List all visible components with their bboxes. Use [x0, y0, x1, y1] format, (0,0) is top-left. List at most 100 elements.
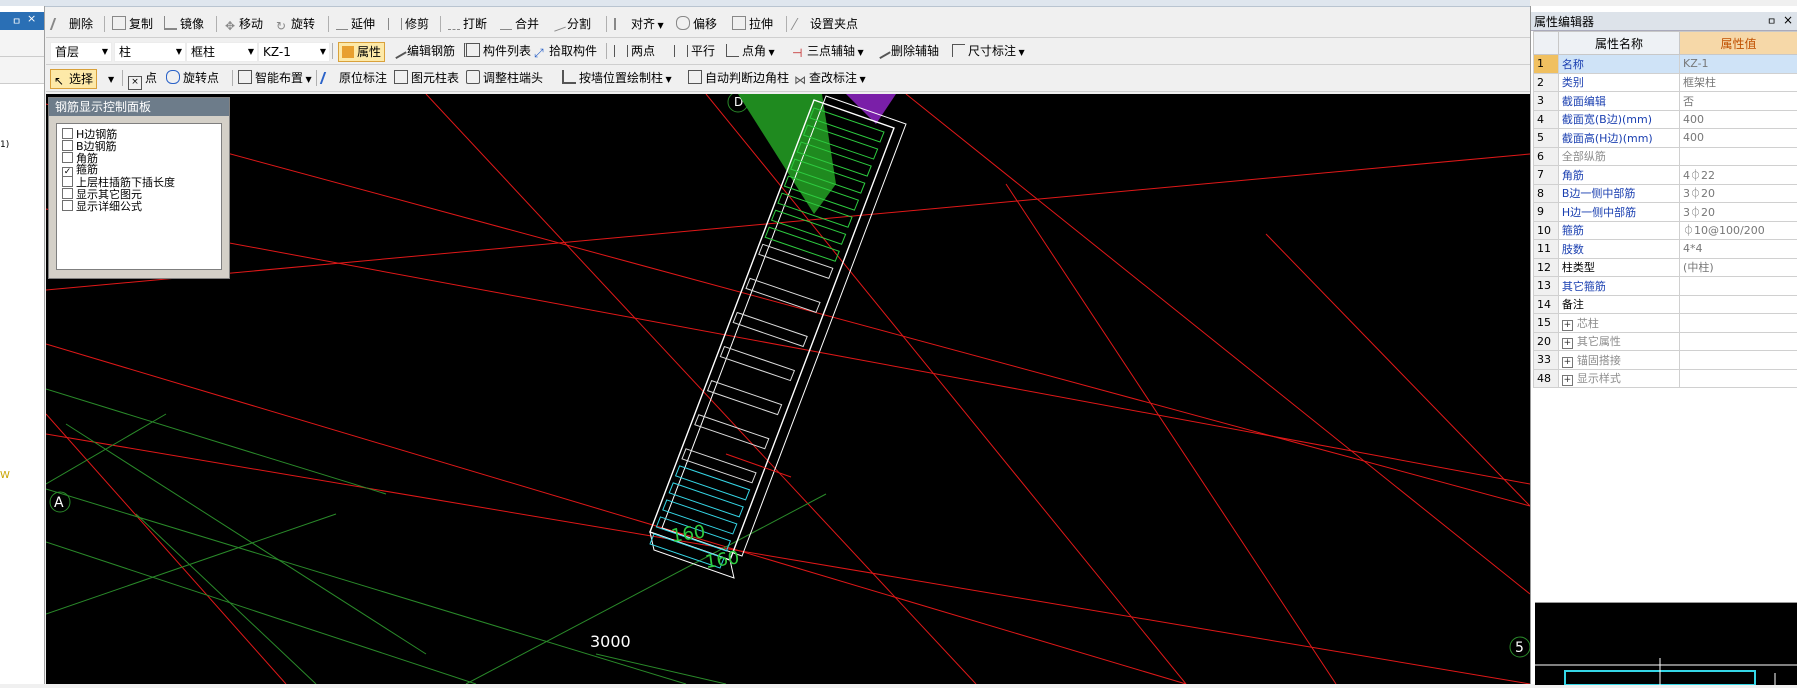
origin-label-button[interactable]: 原位标注 [322, 69, 387, 87]
offset-button[interactable]: 偏移 [676, 15, 717, 33]
property-row[interactable]: 6全部纵筋 [1534, 147, 1797, 166]
subtype-select[interactable]: 框柱▼ [186, 42, 258, 62]
property-row[interactable]: 48+显示样式 [1534, 369, 1797, 388]
delete-button[interactable]: 删除 [52, 15, 93, 33]
two-points-axis-button[interactable]: 两点 [614, 42, 655, 60]
rebar-option-other-elements[interactable]: 显示其它图元 [62, 188, 142, 200]
property-value[interactable]: 框架柱 [1680, 73, 1797, 92]
category-select[interactable]: 柱▼ [114, 42, 186, 62]
chevron-down-icon: ▼ [857, 75, 866, 84]
property-row[interactable]: 15+芯柱 [1534, 314, 1797, 333]
three-point-axis-dropdown[interactable]: ⊣三点辅轴 ▼ [792, 42, 864, 60]
component-list-button[interactable]: 构件列表 [464, 42, 531, 60]
property-value[interactable]: 4⏀22 [1680, 166, 1797, 185]
property-row[interactable]: 20+其它属性 [1534, 332, 1797, 351]
merge-button[interactable]: 合并 [500, 15, 539, 33]
close-icon[interactable]: × [1783, 13, 1793, 27]
checkbox[interactable] [62, 200, 73, 211]
select-button[interactable]: ↖选择 [50, 69, 97, 89]
rebar-option-b-edge[interactable]: B边钢筋 [62, 140, 117, 152]
stretch-button[interactable]: 拉伸 [732, 15, 773, 33]
property-row[interactable]: 13其它箍筋 [1534, 277, 1797, 296]
set-point-button[interactable]: 设置夹点 [794, 15, 858, 33]
property-row[interactable]: 12柱类型(中柱) [1534, 258, 1797, 277]
checkbox[interactable] [62, 128, 73, 139]
select-dropdown[interactable]: ▼ [108, 69, 114, 87]
checkbox[interactable] [62, 176, 73, 187]
rotate-point-button[interactable]: 旋转点 [166, 69, 219, 87]
property-value[interactable] [1680, 369, 1797, 388]
property-value[interactable]: 否 [1680, 92, 1797, 111]
property-value[interactable]: 3⏀20 [1680, 184, 1797, 203]
align-dropdown[interactable]: 对齐 ▼ [614, 15, 664, 33]
split-button[interactable]: 分割 [552, 15, 591, 33]
property-value[interactable] [1680, 295, 1797, 314]
property-value[interactable] [1680, 332, 1797, 351]
checkbox[interactable] [62, 152, 73, 163]
property-value[interactable]: ⏀10@100/200 [1680, 221, 1797, 240]
floor-select[interactable]: 首层▼ [50, 42, 112, 62]
property-row[interactable]: 33+锚固搭接 [1534, 351, 1797, 370]
column-table-button[interactable]: 图元柱表 [394, 69, 459, 87]
move-button[interactable]: ✥移动 [224, 15, 263, 33]
rebar-option-upper-dowel[interactable]: 上层柱插筋下插长度 [62, 176, 175, 188]
property-value[interactable] [1680, 147, 1797, 166]
properties-button[interactable]: 属性 [338, 42, 385, 62]
property-value[interactable]: 3⏀20 [1680, 203, 1797, 222]
component-select[interactable]: KZ-1▼ [258, 42, 330, 62]
copy-button[interactable]: 复制 [112, 15, 153, 33]
rotate-button[interactable]: ↻旋转 [276, 15, 315, 33]
close-icon[interactable]: × [27, 12, 36, 25]
property-row[interactable]: 8B边一侧中部筋3⏀20 [1534, 184, 1797, 203]
checkbox[interactable] [62, 188, 73, 199]
parallel-axis-button[interactable]: 平行 [674, 42, 715, 60]
property-value[interactable] [1680, 277, 1797, 296]
property-row[interactable]: 10箍筋⏀10@100/200 [1534, 221, 1797, 240]
expand-icon[interactable]: + [1562, 320, 1573, 331]
left-panel-tab-1[interactable] [0, 30, 44, 57]
property-row[interactable]: 1名称KZ-1 [1534, 55, 1797, 74]
property-value[interactable]: 400 [1680, 129, 1797, 148]
property-row[interactable]: 7角筋4⏀22 [1534, 166, 1797, 185]
property-row[interactable]: 11肢数4*4 [1534, 240, 1797, 259]
property-row[interactable]: 3截面编辑否 [1534, 92, 1797, 111]
pick-component-button[interactable]: ⤢拾取构件 [534, 42, 597, 60]
property-value[interactable]: 400 [1680, 110, 1797, 129]
row-number: 9 [1534, 203, 1559, 222]
rebar-option-h-edge[interactable]: H边钢筋 [62, 128, 117, 140]
dimension-dropdown[interactable]: 尺寸标注 ▼ [952, 42, 1025, 60]
edit-rebar-button[interactable]: 编辑钢筋 [392, 42, 455, 60]
rebar-option-formula[interactable]: 显示详细公式 [62, 200, 142, 212]
break-button[interactable]: 打断 [448, 15, 487, 33]
expand-icon[interactable]: + [1562, 357, 1573, 368]
property-value[interactable] [1680, 351, 1797, 370]
rebar-option-stirrup[interactable]: ✓箍筋 [62, 164, 98, 176]
point-button[interactable]: ×点 [128, 69, 157, 87]
draw-by-wall-dropdown[interactable]: 按墙位置绘制柱 ▼ [562, 69, 672, 87]
mirror-button[interactable]: 镜像 [164, 15, 204, 33]
property-value[interactable]: (中柱) [1680, 258, 1797, 277]
pin-icon[interactable]: ㅁ [12, 13, 21, 28]
smart-layout-dropdown[interactable]: 智能布置 ▼ [238, 69, 312, 87]
property-row[interactable]: 14备注 [1534, 295, 1797, 314]
auto-corner-button[interactable]: 自动判断边角柱 [688, 69, 789, 87]
expand-icon[interactable]: + [1562, 375, 1573, 386]
property-row[interactable]: 2类别框架柱 [1534, 73, 1797, 92]
drawing-canvas[interactable]: A 5 D 3000 160 160 [46, 94, 1530, 684]
trim-button[interactable]: 修剪 [388, 15, 429, 33]
property-value[interactable]: KZ-1 [1680, 55, 1797, 74]
property-row[interactable]: 5截面高(H边)(mm)400 [1534, 129, 1797, 148]
delete-axis-button[interactable]: 删除辅轴 [876, 42, 939, 60]
expand-icon[interactable]: + [1562, 338, 1573, 349]
property-value[interactable] [1680, 314, 1797, 333]
left-panel-tab-2[interactable] [0, 57, 44, 84]
property-value[interactable]: 4*4 [1680, 240, 1797, 259]
point-angle-dropdown[interactable]: 点角 ▼ [726, 42, 775, 60]
adjust-cap-button[interactable]: 调整柱端头 [466, 69, 543, 87]
extend-button[interactable]: 延伸 [336, 15, 375, 33]
check-label-dropdown[interactable]: ⋈查改标注 ▼ [794, 69, 866, 87]
checkbox[interactable] [62, 140, 73, 151]
pin-icon[interactable]: ㅁ [1767, 13, 1776, 28]
property-row[interactable]: 9H边一侧中部筋3⏀20 [1534, 203, 1797, 222]
property-row[interactable]: 4截面宽(B边)(mm)400 [1534, 110, 1797, 129]
